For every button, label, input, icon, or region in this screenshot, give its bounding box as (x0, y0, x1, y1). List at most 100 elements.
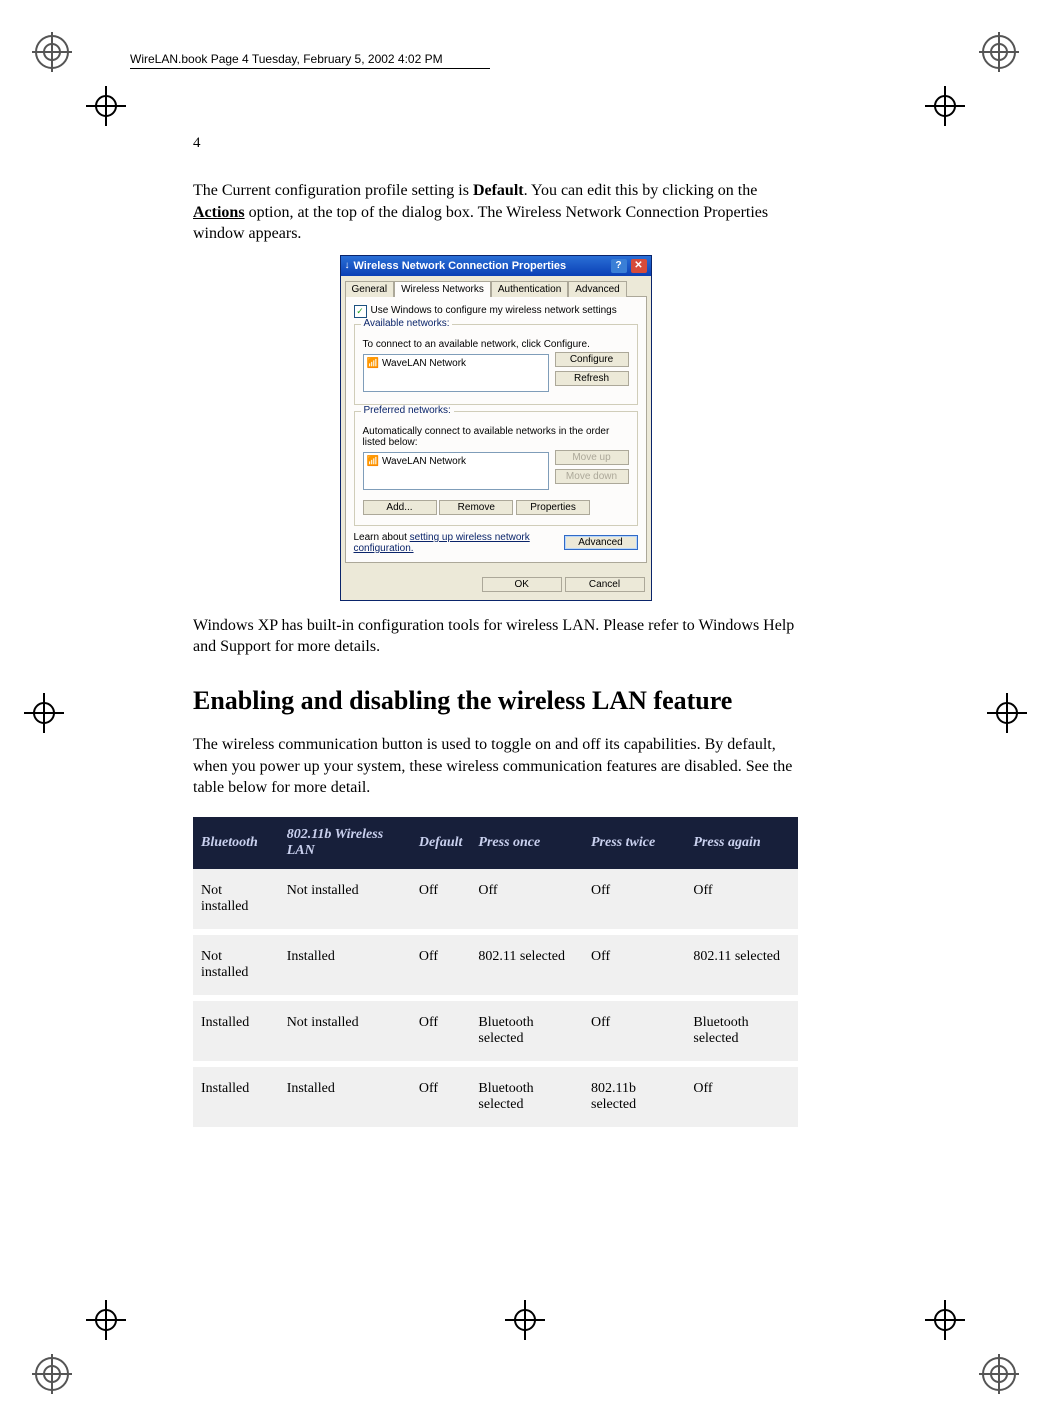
preferred-networks-group: Preferred networks: Automatically connec… (354, 411, 638, 526)
table-cell: 802.11 selected (685, 932, 798, 998)
text: . You can edit this by clicking on the (524, 182, 758, 199)
table-row: Not installed Installed Off 802.11 selec… (193, 932, 798, 998)
wireless-properties-dialog: ↓ Wireless Network Connection Properties… (340, 255, 652, 601)
table-cell: Off (685, 1064, 798, 1127)
dialog-titlebar: ↓ Wireless Network Connection Properties… (341, 256, 651, 276)
table-header: 802.11b Wireless LAN (279, 817, 411, 869)
table-cell: Off (411, 932, 471, 998)
cancel-button[interactable]: Cancel (565, 577, 645, 592)
text: option, at the top of the dialog box. Th… (193, 204, 768, 243)
close-button[interactable]: ✕ (631, 259, 647, 273)
actions-link-text: Actions (193, 204, 245, 221)
table-cell: Off (685, 869, 798, 932)
table-cell: Installed (193, 1064, 279, 1127)
table-cell: Not installed (193, 932, 279, 998)
group-desc: To connect to an available network, clic… (363, 339, 629, 350)
table-cell: Off (583, 932, 685, 998)
available-networks-list[interactable]: 📶 WaveLAN Network (363, 354, 549, 392)
tab-panel: ✓ Use Windows to configure my wireless n… (345, 296, 647, 563)
list-item[interactable]: 📶 WaveLAN Network (367, 358, 545, 369)
table-cell: Off (411, 998, 471, 1064)
main-content: The Current configuration profile settin… (193, 180, 798, 1127)
registration-mark-top-left (32, 32, 72, 72)
preferred-networks-list[interactable]: 📶 WaveLAN Network (363, 452, 549, 490)
network-icon: ↓ (345, 260, 350, 271)
paragraph-xp-tools: Windows XP has built-in configuration to… (193, 615, 798, 658)
list-item[interactable]: 📶 WaveLAN Network (367, 456, 545, 467)
dialog-bottom-buttons: OK Cancel (341, 569, 651, 600)
table-cell: Off (583, 869, 685, 932)
table-cell: Installed (193, 998, 279, 1064)
add-button[interactable]: Add... (363, 500, 437, 515)
table-header: Press again (685, 817, 798, 869)
table-cell: Off (411, 869, 471, 932)
group-desc: Automatically connect to available netwo… (363, 426, 629, 448)
text: The Current configuration profile settin… (193, 182, 473, 199)
available-networks-group: Available networks: To connect to an ava… (354, 324, 638, 405)
remove-button[interactable]: Remove (439, 500, 513, 515)
group-label: Available networks: (361, 318, 453, 329)
table-row: Not installed Not installed Off Off Off … (193, 869, 798, 932)
use-windows-checkbox[interactable]: ✓ (354, 305, 367, 318)
table-cell: Not installed (279, 998, 411, 1064)
table-header: Press once (470, 817, 583, 869)
table-header-row: Bluetooth 802.11b Wireless LAN Default P… (193, 817, 798, 869)
table-header: Press twice (583, 817, 685, 869)
crosshair-icon (86, 86, 126, 126)
table-cell: Bluetooth selected (470, 1064, 583, 1127)
registration-mark-bottom-right (979, 1354, 1019, 1394)
crosshair-icon (987, 693, 1027, 733)
tab-advanced[interactable]: Advanced (568, 281, 626, 297)
table-row: Installed Installed Off Bluetooth select… (193, 1064, 798, 1127)
ok-button[interactable]: OK (482, 577, 562, 592)
table-cell: Bluetooth selected (470, 998, 583, 1064)
registration-mark-bottom-left (32, 1354, 72, 1394)
table-cell: 802.11b selected (583, 1064, 685, 1127)
page-number: 4 (193, 135, 201, 152)
network-name: WaveLAN Network (382, 456, 466, 467)
running-header: WireLAN.book Page 4 Tuesday, February 5,… (130, 52, 490, 69)
tab-general[interactable]: General (345, 281, 395, 297)
feature-table: Bluetooth 802.11b Wireless LAN Default P… (193, 817, 798, 1127)
table-cell: Not installed (193, 869, 279, 932)
table-header: Bluetooth (193, 817, 279, 869)
crosshair-icon (925, 1300, 965, 1340)
intro-paragraph: The Current configuration profile settin… (193, 180, 798, 245)
text-bold: Default (473, 182, 524, 199)
table-header: Default (411, 817, 471, 869)
table-cell: Installed (279, 1064, 411, 1127)
group-label: Preferred networks: (361, 405, 454, 416)
dialog-tabs: General Wireless Networks Authentication… (341, 276, 651, 296)
tab-authentication[interactable]: Authentication (491, 281, 568, 297)
table-cell: Off (470, 869, 583, 932)
configure-button[interactable]: Configure (555, 352, 629, 367)
table-cell: Installed (279, 932, 411, 998)
table-cell: Bluetooth selected (685, 998, 798, 1064)
move-up-button[interactable]: Move up (555, 450, 629, 465)
antenna-icon: 📶 (367, 456, 379, 467)
use-windows-label: Use Windows to configure my wireless net… (371, 305, 617, 316)
table-cell: Off (583, 998, 685, 1064)
table-row: Installed Not installed Off Bluetooth se… (193, 998, 798, 1064)
network-name: WaveLAN Network (382, 358, 466, 369)
advanced-button[interactable]: Advanced (564, 535, 638, 550)
crosshair-icon (505, 1300, 545, 1340)
antenna-icon: 📶 (367, 358, 379, 369)
paragraph-button-desc: The wireless communication button is use… (193, 734, 798, 799)
crosshair-icon (24, 693, 64, 733)
crosshair-icon (925, 86, 965, 126)
refresh-button[interactable]: Refresh (555, 371, 629, 386)
crosshair-icon (86, 1300, 126, 1340)
section-heading: Enabling and disabling the wireless LAN … (193, 686, 798, 716)
dialog-title: Wireless Network Connection Properties (354, 260, 607, 272)
registration-mark-top-right (979, 32, 1019, 72)
table-cell: Off (411, 1064, 471, 1127)
properties-button[interactable]: Properties (516, 500, 590, 515)
tab-wireless-networks[interactable]: Wireless Networks (394, 281, 491, 297)
help-button[interactable]: ? (611, 259, 627, 273)
table-cell: 802.11 selected (470, 932, 583, 998)
table-cell: Not installed (279, 869, 411, 932)
move-down-button[interactable]: Move down (555, 469, 629, 484)
dialog-screenshot: ↓ Wireless Network Connection Properties… (193, 255, 798, 601)
learn-text: Learn about (354, 532, 410, 543)
